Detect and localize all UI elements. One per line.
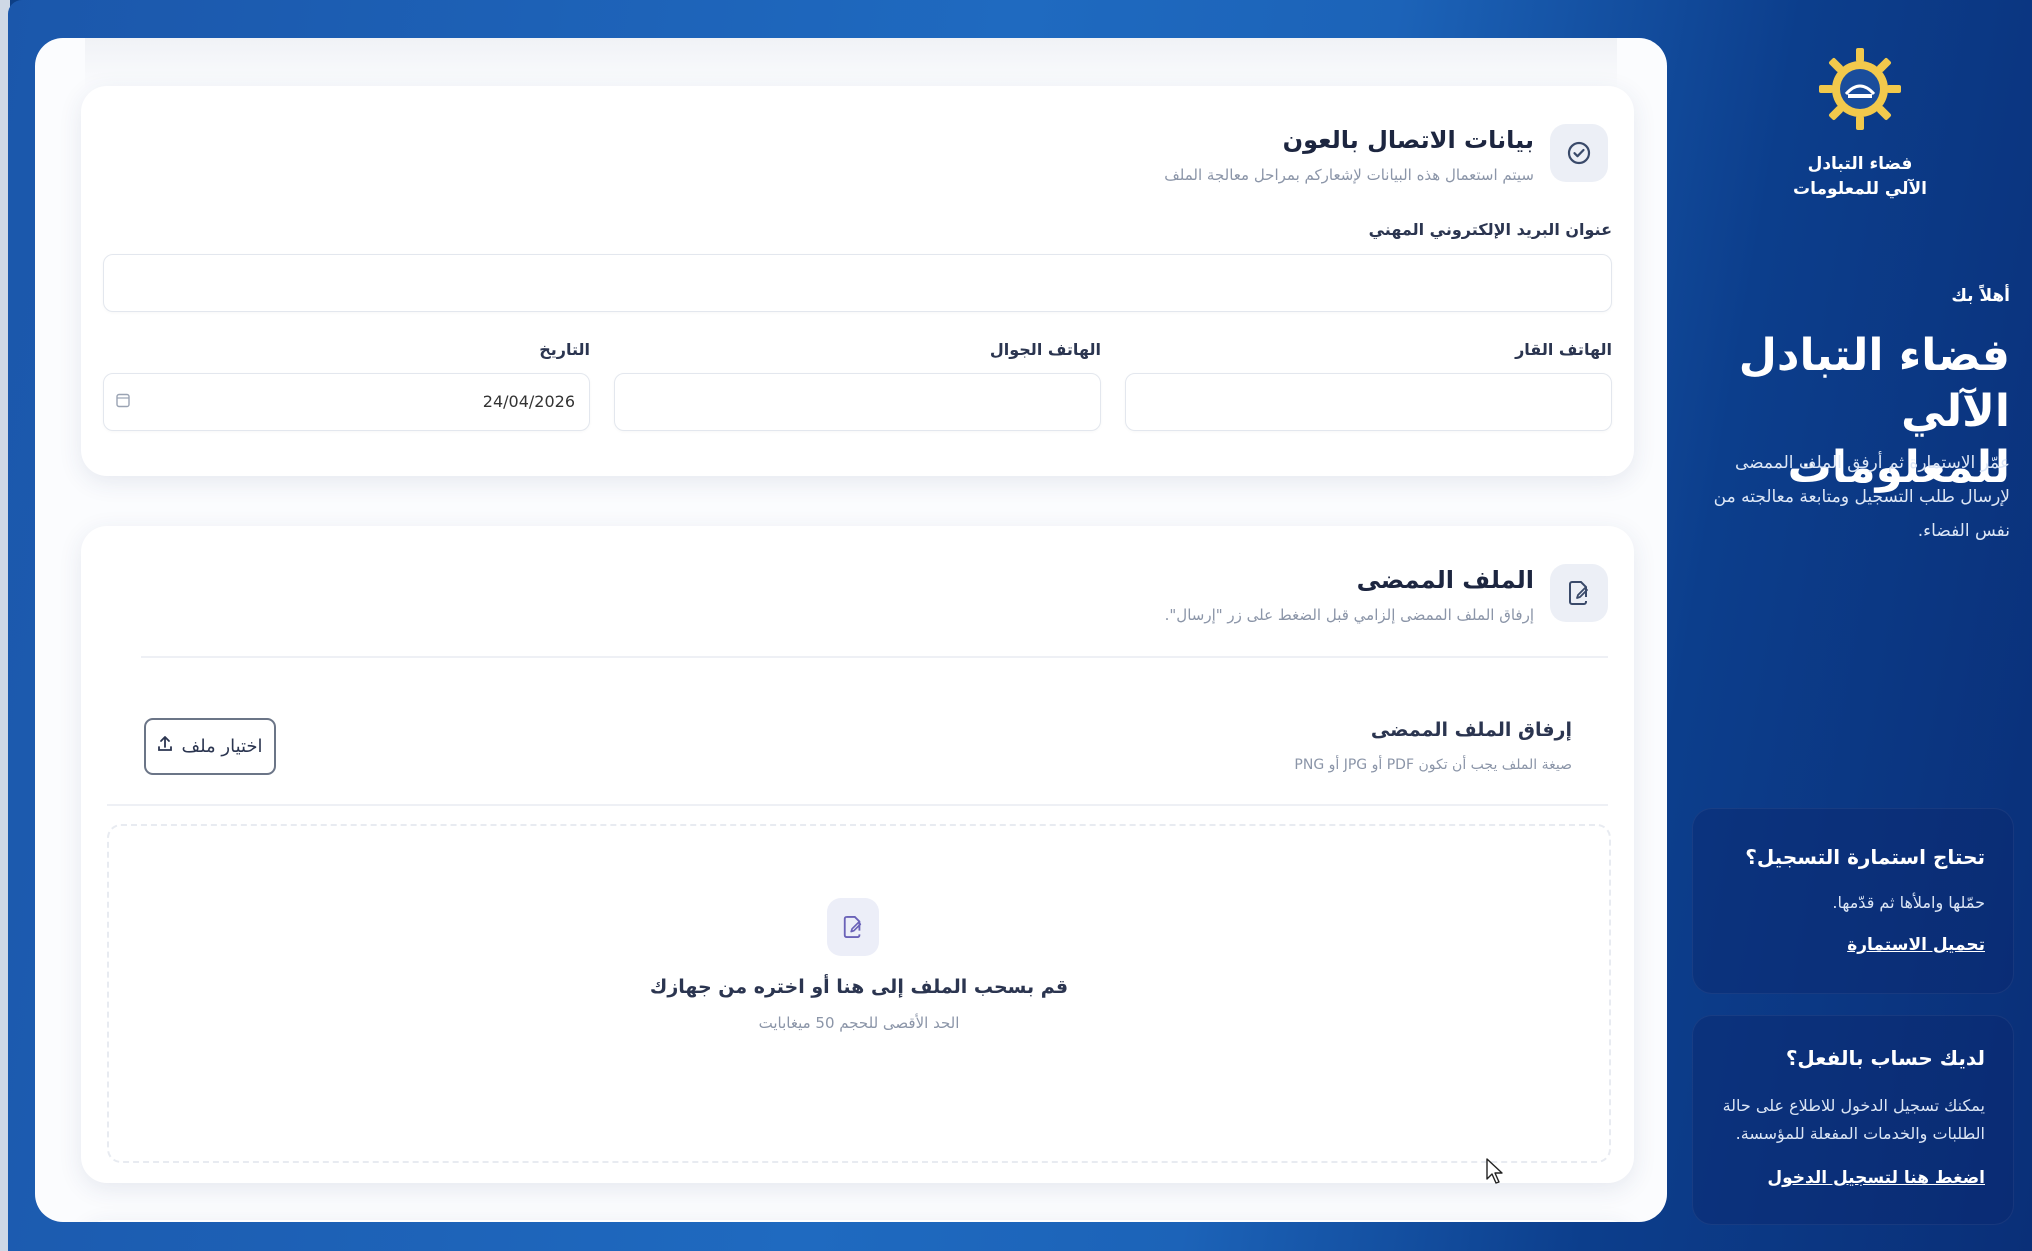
file-section-title: الملف الممضى [1356,566,1534,594]
registration-form-card: بيانات الاتصال بالعون سيتم استعمال هذه ا… [35,38,1667,1222]
date-value[interactable]: 24/04/2026 [483,392,575,411]
choose-file-label: اختيار ملف [181,736,263,757]
form-card-title: تحتاج استمارة التسجيل؟ [1745,845,1985,869]
logo-text-line1: فضاء التبادل [1807,154,1913,174]
attach-label: إرفاق الملف الممضى [1370,719,1572,741]
download-form-link[interactable]: تحميل الاستمارة [1847,935,1985,955]
logo-text: فضاء التبادل الآلي للمعلومات [1770,152,1950,202]
calendar-icon[interactable] [116,392,132,410]
landline-input[interactable] [1126,374,1611,430]
contact-section: بيانات الاتصال بالعون سيتم استعمال هذه ا… [81,86,1634,476]
mouse-cursor-icon [1486,1158,1504,1191]
section-divider [141,656,1608,658]
file-edit-icon [1550,564,1608,622]
landline-label: الهاتف القار [1515,340,1612,359]
date-label: التاريخ [539,340,590,359]
account-card-title: لديك حساب بالفعل؟ [1785,1046,1985,1070]
email-input[interactable] [104,255,1611,311]
email-label: عنوان البريد الإلكتروني المهني [1368,220,1612,239]
registration-form-card-help: تحتاج استمارة التسجيل؟ حمّلها واملأها ثم… [1692,808,2014,994]
check-circle-icon [1550,124,1608,182]
dropzone-size-limit: الحد الأقصى للحجم 50 ميغابايت [758,1014,960,1032]
top-fade-strip [85,38,1617,90]
date-field[interactable]: 24/04/2026 [103,373,590,431]
attach-divider [107,804,1608,806]
mobile-field[interactable] [614,373,1101,431]
landline-field[interactable] [1125,373,1612,431]
account-card-text: يمكنك تسجيل الدخول للاطلاع على حالة الطل… [1722,1096,1985,1143]
welcome-text: أهلاً بك [1951,286,2010,306]
existing-account-card: لديك حساب بالفعل؟ يمكنك تسجيل الدخول للا… [1692,1015,2014,1225]
email-field[interactable] [103,254,1612,312]
next-section-peek [81,1220,1634,1222]
mobile-input[interactable] [615,374,1100,430]
signed-file-section: الملف الممضى إرفاق الملف الممضى إلزامي ق… [81,526,1634,1183]
login-link[interactable]: اضغط هنا لتسجيل الدخول [1767,1168,1985,1188]
dropzone-title: قم بسحب الملف إلى هنا أو اختره من جهازك [649,976,1069,998]
contact-section-subtitle: سيتم استعمال هذه البيانات لإشعاركم بمراح… [1164,166,1534,184]
brand-description: عمّر الاستمارة ثم أرفق الملف الممضى لإرس… [1713,453,2010,541]
logo-text-line2: الآلي للمعلومات [1793,179,1927,199]
file-edit-icon [827,898,879,956]
attach-hint: صيغة الملف يجب أن تكون PDF أو JPG أو PNG [1294,757,1572,773]
logo-gear-icon [1815,44,1905,134]
form-card-text: حمّلها واملأها ثم قدّمها. [1832,893,1985,912]
upload-icon [157,735,173,758]
file-section-subtitle: إرفاق الملف الممضى إلزامي قبل الضغط على … [1164,606,1534,624]
file-dropzone[interactable]: قم بسحب الملف إلى هنا أو اختره من جهازك … [107,824,1611,1163]
mobile-label: الهاتف الجوال [989,340,1101,359]
choose-file-button[interactable]: اختيار ملف [144,718,276,775]
contact-section-title: بيانات الاتصال بالعون [1282,126,1534,154]
